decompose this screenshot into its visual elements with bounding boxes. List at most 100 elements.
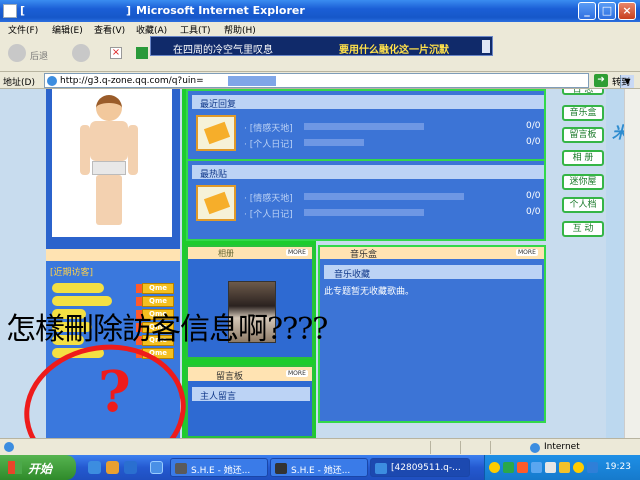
status-bar: Internet <box>0 438 640 455</box>
menu-view[interactable]: 查看(V) <box>94 23 125 36</box>
visitor-panel-header <box>46 249 180 261</box>
back-button-label[interactable]: 后退 <box>30 49 48 62</box>
status-divider <box>430 441 431 454</box>
recent-replies-header: 最近回复 <box>192 95 544 110</box>
music-collection-header[interactable]: 音乐收藏 <box>324 265 542 280</box>
window-title-prefix: [ <box>20 4 26 17</box>
avatar-arm <box>80 125 90 175</box>
status-divider <box>490 441 491 454</box>
maximize-button[interactable]: □ <box>598 2 616 20</box>
tray-app-icon-2[interactable] <box>587 462 598 473</box>
album-header: 相册 MORE <box>188 247 312 259</box>
menu-tools[interactable]: 工具(T) <box>180 23 211 36</box>
menu-favorites[interactable]: 收藏(A) <box>136 23 167 36</box>
taskbar-clock[interactable]: 19:23 <box>605 462 631 472</box>
nav-tab-miniroom[interactable]: 迷你屋 <box>562 174 604 190</box>
avatar-doll[interactable] <box>52 89 172 237</box>
security-tray-icon[interactable] <box>559 462 570 473</box>
nav-tab-music[interactable]: 音乐盒 <box>562 105 604 121</box>
network-icon[interactable] <box>531 462 542 473</box>
blog-banner: 在四周的冷空气里叹息 要用什么融化这一片沉默 <box>150 36 493 56</box>
hot-posts-header: 最热贴 <box>192 165 544 180</box>
menu-help[interactable]: 帮助(H) <box>224 23 256 36</box>
refresh-icon[interactable] <box>136 47 148 59</box>
hot-posts-panel: 最热贴 · [情感天地] 0/0 · [个人日记] 0/0 <box>186 159 546 241</box>
avatar-shorts <box>92 161 126 175</box>
back-icon[interactable] <box>8 44 26 62</box>
address-url[interactable]: http://g3.q-zone.qq.com/q?uin= <box>60 76 204 86</box>
board-more-link[interactable]: MORE <box>286 370 308 377</box>
nav-tab-diary[interactable]: 日 志 <box>562 89 604 95</box>
player-icon <box>175 463 187 474</box>
entry-title-redacted[interactable] <box>304 193 464 200</box>
album-more-link[interactable]: MORE <box>286 249 308 256</box>
close-button[interactable]: × <box>618 2 636 20</box>
start-button[interactable]: 开始 <box>0 455 76 480</box>
visitor-name-redacted[interactable] <box>52 283 104 293</box>
lrc-icon <box>275 463 287 474</box>
taskbar-item-browser[interactable]: [42809511.q-... <box>370 458 470 477</box>
qq-tray-icon[interactable] <box>489 462 500 473</box>
banner-right-text: 要用什么融化这一片沉默 <box>339 45 449 56</box>
music-box-header: 音乐盒 MORE <box>320 247 544 260</box>
taskbar-item-player-2[interactable]: S.H.E - 她还... <box>270 458 368 477</box>
address-input[interactable]: http://g3.q-zone.qq.com/q?uin= ▼ <box>44 73 634 88</box>
stop-icon[interactable]: × <box>110 47 122 59</box>
entry-title-redacted[interactable] <box>304 123 424 130</box>
recent-entry-2[interactable]: · [个人日记] <box>244 137 293 150</box>
recent-entry-2-ratio: 0/0 <box>526 137 541 147</box>
blog-thumbnail <box>196 185 236 221</box>
menu-file[interactable]: 文件(F) <box>8 23 38 36</box>
media-quicklaunch-icon[interactable] <box>106 461 119 474</box>
start-label: 开始 <box>28 462 53 476</box>
tray-app-icon[interactable] <box>517 462 528 473</box>
hot-entry-2-ratio: 0/0 <box>526 207 541 217</box>
page-content: [近期访客] Qme Qme Qme Qme Qme Qme 最近回复 · [情… <box>0 89 640 438</box>
banner-scroll[interactable] <box>482 40 490 53</box>
avatar-legs <box>96 175 122 225</box>
nav-tab-album[interactable]: 相 册 <box>562 150 604 166</box>
go-button[interactable]: 转到 <box>612 75 630 88</box>
qq-tray-icon-2[interactable] <box>573 462 584 473</box>
owner-messages-header[interactable]: 主人留言 <box>192 387 310 402</box>
address-bar: 地址(D) http://g3.q-zone.qq.com/q?uin= ▼ ➜… <box>0 72 640 89</box>
music-empty-message: 此专题暂无收藏歌曲。 <box>324 287 415 297</box>
address-label: 地址(D) <box>3 78 35 88</box>
ch-language-icon[interactable] <box>503 462 514 473</box>
overlay-question-caption: 怎樣刪除訪客信息啊???? <box>6 312 328 347</box>
nav-tab-interact[interactable]: 互 动 <box>562 221 604 237</box>
nav-tab-board[interactable]: 留言板 <box>562 127 604 143</box>
menu-edit[interactable]: 编辑(E) <box>52 23 83 36</box>
qme-button[interactable]: Qme <box>142 283 174 294</box>
entry-title-redacted[interactable] <box>304 139 364 146</box>
music-more-link[interactable]: MORE <box>516 249 538 256</box>
taskbar-item-player-1[interactable]: S.H.E - 她还... <box>170 458 268 477</box>
forward-icon[interactable] <box>72 44 90 62</box>
title-bar[interactable]: [ ] Microsoft Internet Explorer _ □ × <box>0 0 640 22</box>
recent-entry-1[interactable]: · [情感天地] <box>244 121 293 134</box>
visitor-row[interactable]: Qme <box>52 283 174 295</box>
hot-entry-1-ratio: 0/0 <box>526 191 541 201</box>
avatar-body <box>90 121 128 161</box>
recent-visitors-title: [近期访客] <box>50 268 94 278</box>
vertical-scrollbar[interactable] <box>624 89 640 438</box>
minimize-button[interactable]: _ <box>578 2 596 20</box>
music-box-title: 音乐盒 <box>350 250 378 260</box>
windows-logo-icon <box>8 461 22 474</box>
go-arrow-icon[interactable]: ➜ <box>594 74 608 87</box>
hot-entry-2[interactable]: · [个人日记] <box>244 207 293 220</box>
hot-entry-1[interactable]: · [情感天地] <box>244 191 293 204</box>
chevron-right-icon[interactable] <box>150 461 163 474</box>
taskbar: 开始 S.H.E - 她还... S.H.E - 她还... [42809511… <box>0 455 640 480</box>
volume-icon[interactable] <box>545 462 556 473</box>
entry-title-redacted[interactable] <box>304 209 424 216</box>
desktop-quicklaunch-icon[interactable] <box>124 461 137 474</box>
album-title: 相册 <box>218 249 234 258</box>
music-box-panel: 音乐盒 MORE 音乐收藏 此专题暂无收藏歌曲。 <box>318 245 546 423</box>
ie-app-icon[interactable] <box>3 4 17 18</box>
page-icon <box>47 76 57 86</box>
avatar-arm <box>128 125 138 175</box>
window-title: Microsoft Internet Explorer <box>136 4 305 17</box>
ie-quicklaunch-icon[interactable] <box>88 461 101 474</box>
nav-tab-profile[interactable]: 个人档 <box>562 197 604 213</box>
